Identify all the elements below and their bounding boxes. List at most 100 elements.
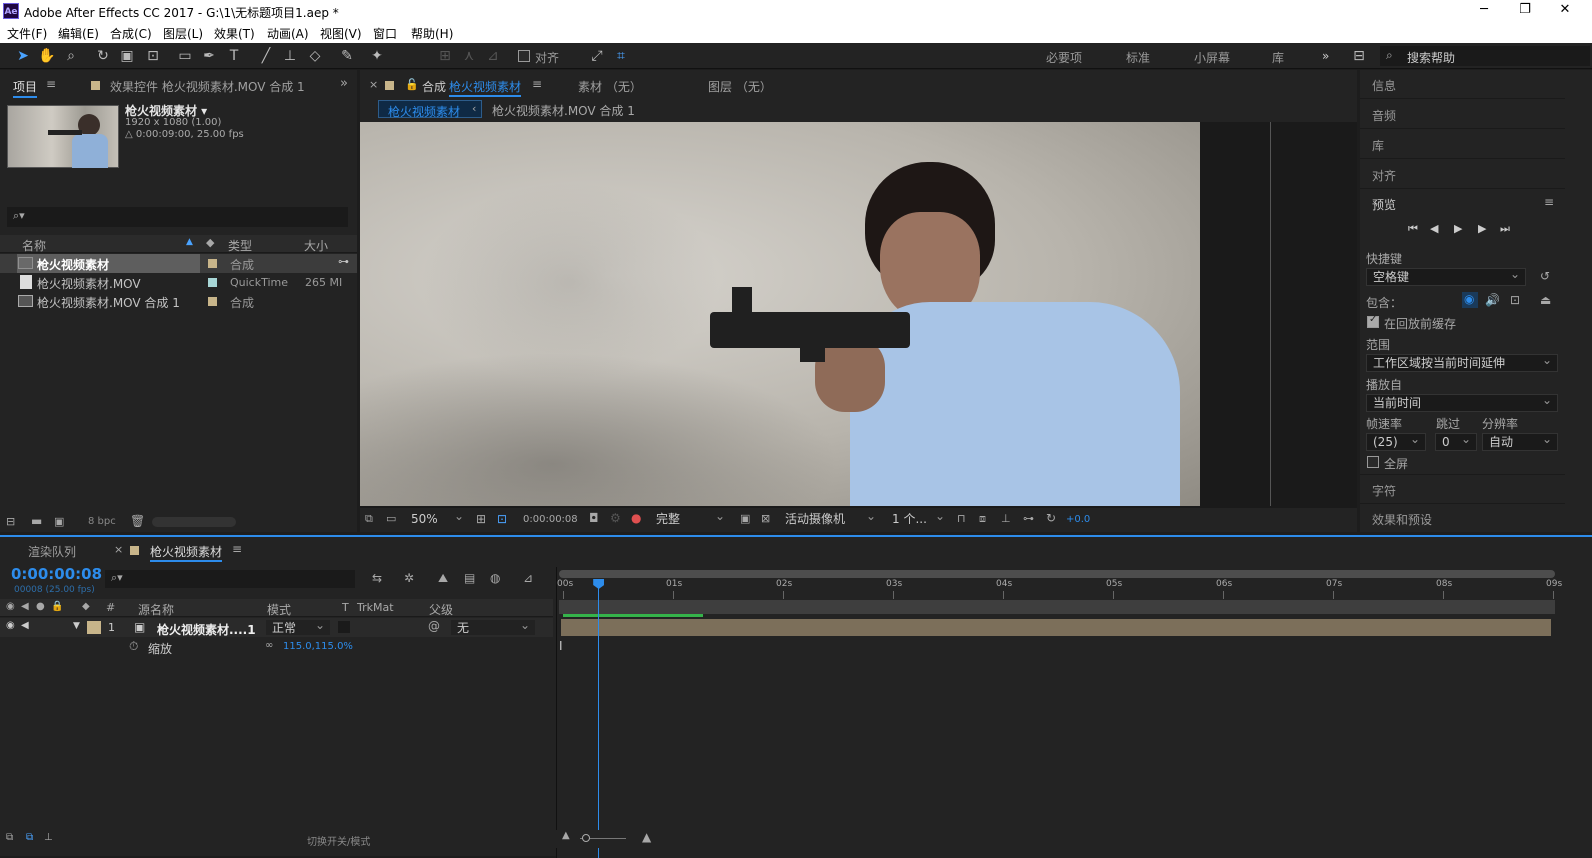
project-item-row[interactable]: 枪火视频素材.MOV QuickTime 265 MI	[0, 273, 357, 292]
menu-view[interactable]: 视图(V)	[320, 25, 362, 42]
work-area-bar[interactable]	[559, 600, 1555, 614]
eraser-tool-icon[interactable]: ◇	[306, 47, 324, 65]
shy-layers-icon[interactable]: ⛰	[438, 571, 448, 586]
previous-frame-icon[interactable]: ◀	[1430, 222, 1438, 235]
menu-help[interactable]: 帮助(H)	[411, 25, 453, 42]
layer-switches-icon[interactable]: ⧉	[6, 832, 13, 843]
show-snapshot-icon[interactable]: ⚙	[610, 511, 621, 525]
column-type[interactable]: 类型	[228, 237, 252, 254]
comp-mini-flowchart-icon[interactable]: ⇆	[372, 571, 382, 585]
column-size[interactable]: 大小	[304, 237, 328, 254]
minimize-button[interactable]: ─	[1464, 2, 1504, 17]
bpc-button[interactable]: 8 bpc	[88, 516, 116, 527]
roto-brush-tool-icon[interactable]: ✎	[338, 47, 356, 65]
pen-tool-icon[interactable]: ✒	[200, 47, 218, 65]
column-name[interactable]: 名称	[22, 237, 46, 254]
menu-composition[interactable]: 合成(C)	[110, 25, 152, 42]
menu-window[interactable]: 窗口	[373, 25, 397, 42]
timeline-toggle-icon[interactable]: ⊥	[1001, 512, 1011, 525]
workspace-small-screen[interactable]: 小屏幕	[1194, 49, 1230, 66]
views-dropdown[interactable]: 1 个...	[886, 508, 950, 529]
menu-file[interactable]: 文件(F)	[7, 25, 47, 42]
project-search-input[interactable]: ⌕▾	[7, 207, 348, 227]
snapshot-icon[interactable]: ◘	[589, 511, 599, 525]
tab-composition-name[interactable]: 枪火视频素材	[449, 78, 522, 97]
lock-icon[interactable]: 🔓	[405, 78, 419, 91]
cache-before-playback-checkbox[interactable]: ✓	[1367, 314, 1379, 328]
exposure-value[interactable]: +0.0	[1066, 514, 1090, 525]
tab-timeline-comp[interactable]: 枪火视频素材	[150, 543, 223, 562]
puppet-pin-tool-icon[interactable]: ✦	[368, 47, 386, 65]
delete-icon[interactable]: 🗑	[130, 514, 145, 528]
label-column-icon[interactable]: ◆	[82, 601, 90, 612]
flowchart-toggle-icon[interactable]: ⊶	[1023, 512, 1034, 525]
clone-stamp-tool-icon[interactable]: ⊥	[281, 47, 299, 65]
preview-menu-icon[interactable]: ≡	[1544, 195, 1554, 209]
graph-editor-icon[interactable]: ⊿	[523, 571, 533, 585]
fit-icon[interactable]: ⊞	[476, 512, 486, 526]
project-item-row[interactable]: 枪火视频素材 合成 ⊶	[0, 254, 357, 273]
layer-label-swatch[interactable]	[87, 621, 101, 634]
range-dropdown[interactable]: 工作区域按当前时间延伸	[1366, 352, 1558, 372]
draft-3d-icon[interactable]: ✲	[404, 571, 414, 585]
color-channels-icon[interactable]: ●	[631, 511, 641, 525]
pan-behind-tool-icon[interactable]: ⊡	[144, 47, 162, 65]
snap-edges-icon[interactable]: ⤢	[588, 47, 606, 65]
selection-tool-icon[interactable]: ➤	[14, 47, 32, 65]
close-tab-icon[interactable]: ×	[369, 78, 378, 91]
first-frame-icon[interactable]: ⏮	[1408, 222, 1418, 236]
workspace-more-button[interactable]: »	[1322, 49, 1329, 63]
blend-mode-dropdown[interactable]: 正常	[265, 617, 331, 636]
camera-tool-icon[interactable]: ▣	[118, 47, 136, 65]
eye-icon[interactable]: ◉	[6, 620, 15, 631]
parent-dropdown[interactable]: 无	[450, 617, 536, 636]
layer-row[interactable]: ◉ ◀ ▼ 1 ▣ 枪火视频素材....1 正常 @ 无	[0, 617, 553, 637]
new-composition-icon[interactable]: ▣	[54, 515, 64, 528]
workspace-library[interactable]: 库	[1272, 49, 1284, 66]
property-row[interactable]: ⏱ 缩放 ∞ 115.0,115.0%	[0, 638, 553, 657]
export-icon[interactable]: ⏏	[1540, 293, 1551, 307]
camera-dropdown[interactable]: 活动摄像机	[779, 508, 881, 529]
skip-dropdown[interactable]: 0	[1435, 431, 1477, 451]
preserve-transparency-toggle[interactable]	[338, 621, 350, 633]
toggle-switches-modes-button[interactable]: 切换开关/模式	[307, 833, 370, 848]
motion-blur-icon[interactable]: ◍	[490, 571, 500, 585]
magnification-dropdown[interactable]: 50%	[405, 508, 469, 529]
zoom-in-icon[interactable]: ▲	[642, 830, 651, 844]
transparency-grid-icon[interactable]: ⊠	[761, 512, 770, 525]
new-folder-icon[interactable]: ▬	[31, 514, 42, 528]
next-frame-icon[interactable]: ▶	[1478, 222, 1486, 235]
menu-layer[interactable]: 图层(L)	[163, 25, 203, 42]
include-overlays-icon[interactable]: ⊡	[1510, 293, 1520, 307]
frame-blending-icon[interactable]: ▤	[464, 571, 475, 585]
hand-tool-icon[interactable]: ✋	[38, 47, 56, 65]
transfer-controls-icon[interactable]: ⧉	[26, 832, 33, 843]
last-frame-icon[interactable]: ⏭	[1500, 222, 1510, 236]
audio-switch-icon[interactable]: ◀	[21, 601, 29, 612]
effects-presets-panel-header[interactable]: 效果和预设	[1360, 503, 1565, 532]
scale-value[interactable]: 115.0,115.0%	[283, 641, 353, 652]
project-menu-icon[interactable]: ≡	[46, 77, 56, 91]
thumbnail-zoom-scrollbar[interactable]	[152, 517, 236, 527]
lock-switch-icon[interactable]: 🔒	[51, 601, 63, 612]
toggle-pixel-aspect-icon[interactable]: ⊓	[957, 512, 966, 525]
expand-triangle-icon[interactable]: ▼	[73, 621, 80, 631]
libraries-panel-header[interactable]: 库	[1360, 130, 1565, 159]
reset-exposure-icon[interactable]: ↻	[1046, 511, 1056, 525]
reset-shortcut-icon[interactable]: ↺	[1540, 269, 1550, 283]
column-source-name[interactable]: 源名称	[138, 601, 174, 618]
zoom-tool-icon[interactable]: ⌕	[62, 47, 80, 65]
label-swatch[interactable]	[208, 259, 217, 268]
playhead[interactable]	[593, 579, 605, 858]
timeline-menu-icon[interactable]: ≡	[232, 542, 242, 556]
play-icon[interactable]: ▶	[1454, 222, 1462, 235]
time-ruler[interactable]: 00s 01s 02s 03s 04s 05s 06s 07s 08s 09s	[557, 579, 1592, 599]
project-item-row[interactable]: 枪火视频素材.MOV 合成 1 合成	[0, 292, 357, 311]
time-navigator[interactable]	[559, 570, 1555, 578]
include-audio-icon[interactable]: 🔊	[1485, 293, 1500, 307]
timeline-current-time[interactable]: 0:00:00:08	[11, 565, 102, 583]
zoom-slider[interactable]	[580, 834, 626, 842]
menu-edit[interactable]: 编辑(E)	[58, 25, 99, 42]
workspace-menu-icon[interactable]: ⊟	[1350, 47, 1368, 65]
tab-footage[interactable]: 素材 （无）	[578, 78, 642, 95]
